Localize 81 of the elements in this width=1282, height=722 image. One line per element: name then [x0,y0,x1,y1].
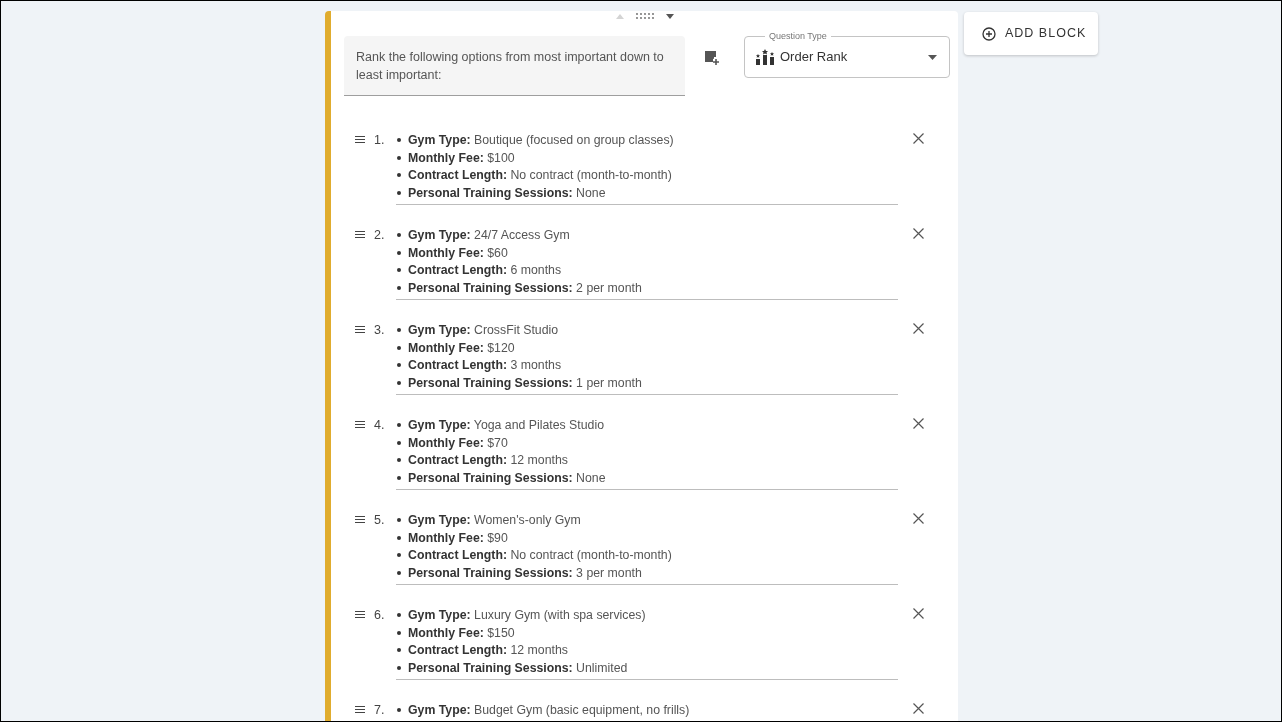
drag-handle-icon[interactable] [355,611,365,618]
option-detail: Monthly Fee: $100 [408,149,515,167]
bullet-icon [397,475,401,480]
drag-handle-icon[interactable] [355,136,365,143]
remove-icon[interactable] [913,228,924,239]
option-number: 4. [374,417,386,434]
add-circle-icon [982,26,996,41]
option-detail: Personal Training Sessions: 3 per month [408,564,642,582]
option-detail: Personal Training Sessions: Unlimited [408,659,628,677]
option-detail: Contract Length: 12 months [408,452,568,470]
bullet-icon [397,363,401,368]
bullet-icon [397,285,401,290]
option-number: 1. [374,132,386,149]
bullet-icon [397,155,401,160]
dropdown-caret-icon [928,54,937,60]
question-type-label: Question Type [765,30,831,42]
option-detail: Gym Type: Boutique (focused on group classes) [408,131,674,149]
drag-handle-icon[interactable] [635,13,654,19]
bullet-icon [397,422,401,427]
remove-icon[interactable] [913,418,924,429]
option-detail: Gym Type: Yoga and Pilates Studio [408,416,604,434]
option-detail: Contract Length: No contract (month-to-month) [408,167,672,185]
bullet-icon [397,380,401,385]
bullet-icon [397,137,401,142]
drag-handle-icon[interactable] [355,706,365,713]
option-number: 2. [374,227,386,244]
remove-icon[interactable] [913,513,924,524]
bullet-icon [397,570,401,575]
drag-handle-icon[interactable] [355,516,365,523]
bullet-icon [397,173,401,178]
remove-icon[interactable] [913,608,924,619]
drag-handle-icon[interactable] [355,421,365,428]
option-number: 6. [374,607,386,624]
bullet-icon [397,665,401,670]
bullet-icon [397,232,401,237]
remove-icon[interactable] [913,703,924,714]
option-detail: Contract Length: No contract (month-to-month) [408,547,672,565]
option-number: 3. [374,322,386,339]
option-detail: Gym Type: CrossFit Studio [408,321,559,339]
option-number: 7. [374,702,386,719]
option-detail: Personal Training Sessions: 1 per month [408,374,642,392]
bullet-icon [397,327,401,332]
remove-icon[interactable] [913,133,924,144]
option-detail: Personal Training Sessions: None [408,184,606,202]
option-detail: Monthly Fee: $70 [408,434,508,452]
question-type-value: Order Rank [780,48,849,67]
option-detail: Monthly Fee: $150 [408,624,515,642]
option-detail: Contract Length: 6 months [408,262,562,280]
option-detail: Personal Training Sessions: None [408,469,606,487]
bullet-icon [397,707,401,712]
bullet-icon [397,458,401,463]
bullet-icon [397,250,401,255]
bullet-icon [397,535,401,540]
move-down-icon[interactable] [665,13,674,19]
bullet-icon [397,612,401,617]
remove-icon[interactable] [913,323,924,334]
option-detail: Contract Length: 3 months [408,357,562,375]
add-block-button[interactable]: ADD BLOCK [964,12,1098,55]
option-number: 5. [374,512,386,529]
bullet-icon [397,190,401,195]
bullet-icon [397,648,401,653]
option-detail: Monthly Fee: $120 [408,339,515,357]
add-image-icon[interactable] [704,50,720,66]
option-detail: Monthly Fee: $60 [408,244,508,262]
option-detail: Monthly Fee: $90 [408,529,508,547]
bullet-icon [397,440,401,445]
option-detail: Gym Type: Luxury Gym (with spa services) [408,606,646,624]
prompt-field[interactable]: Rank the following options from most important down to least important: [344,36,685,96]
bullet-icon [397,517,401,522]
bullet-icon [397,268,401,273]
drag-handle-icon[interactable] [355,326,365,333]
ranking-icon [756,49,774,65]
bullet-icon [397,630,401,635]
bullet-icon [397,345,401,350]
option-detail: Gym Type: 24/7 Access Gym [408,226,570,244]
bullet-icon [397,553,401,558]
option-detail: Contract Length: 12 months [408,642,568,660]
drag-handle-icon[interactable] [355,231,365,238]
option-detail: Personal Training Sessions: 2 per month [408,279,642,297]
option-detail: Gym Type: Women's-only Gym [408,511,581,529]
option-detail: Gym Type: Budget Gym (basic equipment, no frills) [408,701,690,719]
